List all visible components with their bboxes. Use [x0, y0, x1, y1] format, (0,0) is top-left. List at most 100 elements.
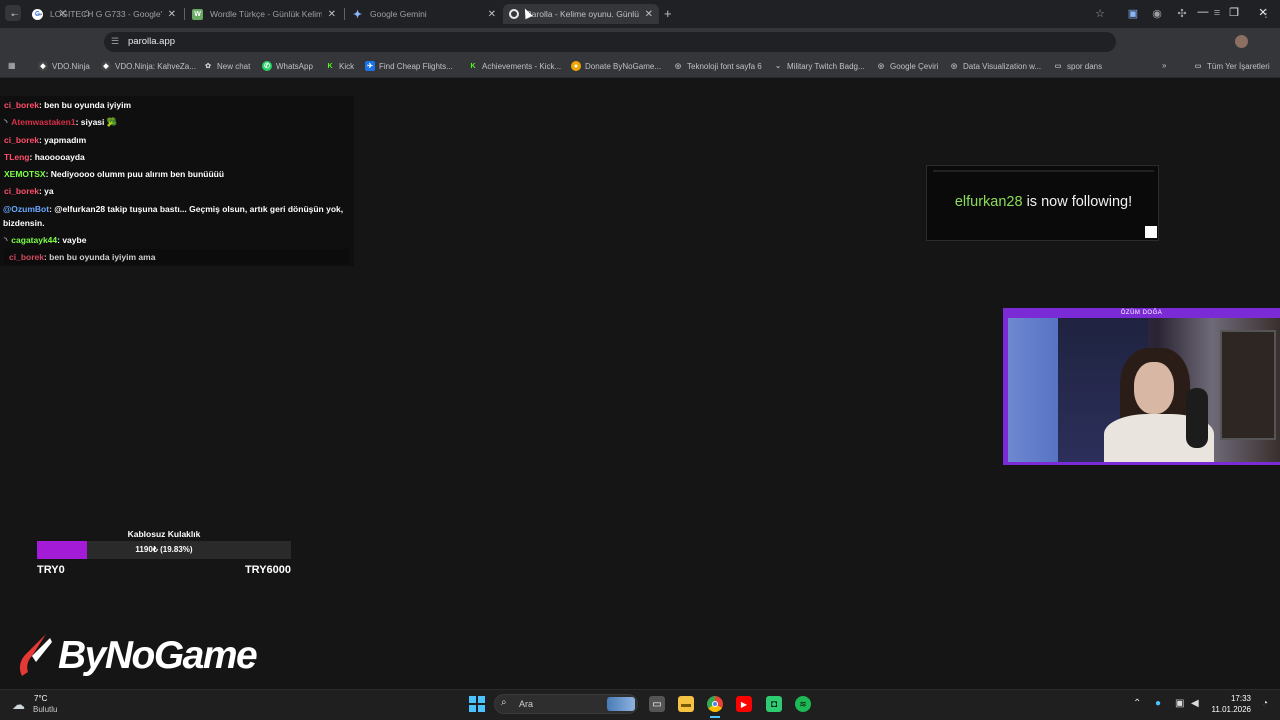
chat-message: ◝ Atemwastaken1: siyasi 🥦 — [4, 117, 117, 128]
chat-message: ci_borek: ben bu oyunda iyiyim ama — [9, 252, 155, 262]
follower-name: elfurkan28 — [954, 194, 1023, 210]
search-placeholder[interactable]: Ara — [519, 699, 533, 709]
bookmark-military[interactable]: ⌄ Military Twitch Badg... — [773, 61, 865, 71]
windows-start-icon[interactable] — [469, 696, 485, 712]
reading-list-icon[interactable]: ≡ — [1210, 7, 1224, 19]
bookmark-vdo-ninja-kahve[interactable]: ◆ VDO.Ninja: KahveZa... — [101, 61, 196, 71]
streaming-app-icon[interactable]: ◘ — [766, 696, 782, 712]
reply-icon: ◝ — [4, 235, 8, 245]
chat-message: ci_borek: ben bu oyunda iyiyim — [4, 100, 131, 110]
streamer-name: ÖZÜM DOĞA — [1120, 310, 1163, 316]
chat-message: ci_borek: yapmadım — [4, 135, 86, 145]
url-text[interactable]: parolla.app — [128, 36, 175, 47]
bookmark-whatsapp[interactable]: ✆ WhatsApp — [262, 61, 313, 71]
bookmark-flights[interactable]: ✈ Find Cheap Flights... — [365, 61, 453, 71]
globe-icon: ◎ — [877, 63, 885, 70]
bookmark-donate[interactable]: ● Donate ByNoGame... — [571, 61, 661, 71]
chat-text: : siyasi 🥦 — [75, 117, 118, 127]
weather-desc[interactable]: Bulutlu — [33, 705, 57, 714]
profile-avatar[interactable] — [1235, 35, 1248, 48]
bookmark-kick[interactable]: K Kick — [325, 61, 354, 71]
volume-icon[interactable]: ◀ — [1191, 698, 1199, 709]
task-view-icon[interactable]: ▭ — [649, 696, 665, 712]
badge-icon: ⌄ — [775, 63, 781, 70]
menu-kebab-icon[interactable]: ⋮ — [1259, 7, 1273, 20]
vdo-ninja-icon: ◆ — [38, 61, 48, 71]
follow-message: is now following! — [1022, 194, 1133, 210]
bookmark-star-icon[interactable]: ☆ — [1093, 7, 1107, 20]
bookmark-spor-dans[interactable]: ▭ spor dans — [1053, 61, 1102, 71]
back-icon[interactable]: ← — [8, 7, 22, 19]
bookmark-label: Data Visualization w... — [963, 61, 1042, 71]
bookmark-data-viz[interactable]: ◎ Data Visualization w... — [949, 61, 1041, 71]
chat-text: : ben bu oyunda iyiyim — [38, 100, 132, 110]
extension-icon[interactable]: ◉ — [1150, 7, 1164, 20]
home-icon[interactable]: ⌂ — [80, 7, 94, 19]
clock-date[interactable]: 11.01.2026 — [1203, 705, 1251, 714]
bynogame-logo-icon — [19, 634, 52, 676]
goal-max: TRY6000 — [244, 564, 291, 576]
chat-username: Atemwastaken1 — [11, 117, 76, 127]
spotify-icon[interactable]: ≋ — [795, 696, 811, 712]
notification-bell-icon[interactable]: ◔ — [1262, 698, 1268, 709]
chat-message: ◝ cagatayk44: vaybe — [4, 235, 86, 246]
chat-text: : ben bu oyunda iyiyim ama — [43, 252, 156, 262]
kick-icon: K — [470, 62, 476, 70]
close-icon[interactable]: ✕ — [328, 9, 336, 20]
bookmark-label: Teknoloji font sayfa 6 — [687, 61, 762, 71]
tab-gemini[interactable]: ✦ Google Gemini ✕ — [346, 4, 502, 24]
tray-overflow-icon[interactable]: ⌃ — [1133, 698, 1141, 709]
taskbar — [0, 689, 1280, 720]
active-app-indicator — [710, 716, 720, 718]
translate-icon[interactable]: ▣ — [1126, 7, 1140, 20]
chat-username: XEMOTSX — [4, 169, 46, 179]
bookmarks-overflow-icon[interactable]: » — [1162, 61, 1166, 70]
chat-text: : @elfurkan28 takip tuşuna bastı... Geçm… — [3, 204, 344, 228]
follow-alert: elfurkan28 is now following! — [926, 165, 1159, 241]
bookmark-achievements[interactable]: K Achievements - Kick... — [468, 61, 561, 71]
bookmark-vdo-ninja[interactable]: ◆ VDO.Ninja — [38, 61, 90, 71]
chat-text: : vaybe — [57, 235, 87, 245]
chat-text: : haooooayda — [29, 152, 85, 162]
chat-username: TLeng — [4, 152, 30, 162]
forward-icon[interactable]: → — [32, 7, 46, 19]
close-icon[interactable]: ✕ — [488, 9, 496, 20]
close-icon[interactable]: ✕ — [168, 9, 176, 20]
folder-icon: ▭ — [1054, 63, 1062, 70]
stop-icon[interactable]: ✕ — [56, 7, 70, 20]
search-icon: ⌕ — [501, 697, 507, 708]
bookmark-ceviri[interactable]: ◎ Google Çeviri — [876, 61, 939, 71]
network-icon[interactable]: ▣ — [1175, 698, 1184, 709]
new-tab-button[interactable]: + — [664, 6, 672, 21]
goal-title: Kablosuz Kulaklık — [127, 529, 201, 539]
folder-icon: ▭ — [1194, 63, 1202, 70]
restore-button[interactable]: ❐ — [1224, 6, 1244, 19]
extensions-puzzle-icon[interactable]: ✣ — [1175, 7, 1189, 20]
clock-time[interactable]: 17:33 — [1213, 694, 1251, 703]
chat-username: ci_borek — [9, 252, 44, 262]
youtube-icon[interactable]: ▶ — [736, 696, 752, 712]
tab-divider — [344, 8, 345, 20]
weather-temp[interactable]: 7°C — [34, 694, 47, 703]
parolla-icon — [509, 9, 519, 19]
flights-icon: ✈ — [365, 61, 375, 71]
chrome-icon[interactable] — [707, 696, 723, 712]
site-info-icon[interactable]: ☰ — [108, 36, 122, 47]
chat-text: : ya — [38, 186, 54, 196]
bynogame-icon: ● — [571, 61, 581, 71]
tab-wordle[interactable]: W Wordle Türkçe - Günlük Kelime ✕ — [186, 4, 342, 24]
logo-text: ByNoGame — [58, 634, 258, 677]
address-bar[interactable] — [104, 32, 1116, 52]
file-explorer-icon[interactable]: ▬ — [678, 696, 694, 712]
bookmark-new-chat[interactable]: ✿ New chat — [203, 61, 250, 71]
bookmark-teknoloji[interactable]: ◎ Teknoloji font sayfa 6 — [673, 61, 762, 71]
apps-grid-icon[interactable]: ▦ — [8, 61, 16, 70]
all-bookmarks-button[interactable]: ▭ Tüm Yer İşaretleri — [1193, 61, 1270, 71]
bookmark-label: Kick — [339, 61, 355, 71]
weather-cloud-icon: ☁ — [12, 697, 25, 712]
openai-icon: ✿ — [205, 63, 211, 70]
tab-title: Wordle Türkçe - Günlük Kelime — [210, 9, 322, 19]
microphone-icon[interactable]: ● — [1155, 698, 1161, 709]
tab-logitech[interactable]: G LOGITECH G G733 - Google'da ✕ — [26, 4, 182, 24]
close-icon[interactable]: ✕ — [645, 9, 653, 20]
